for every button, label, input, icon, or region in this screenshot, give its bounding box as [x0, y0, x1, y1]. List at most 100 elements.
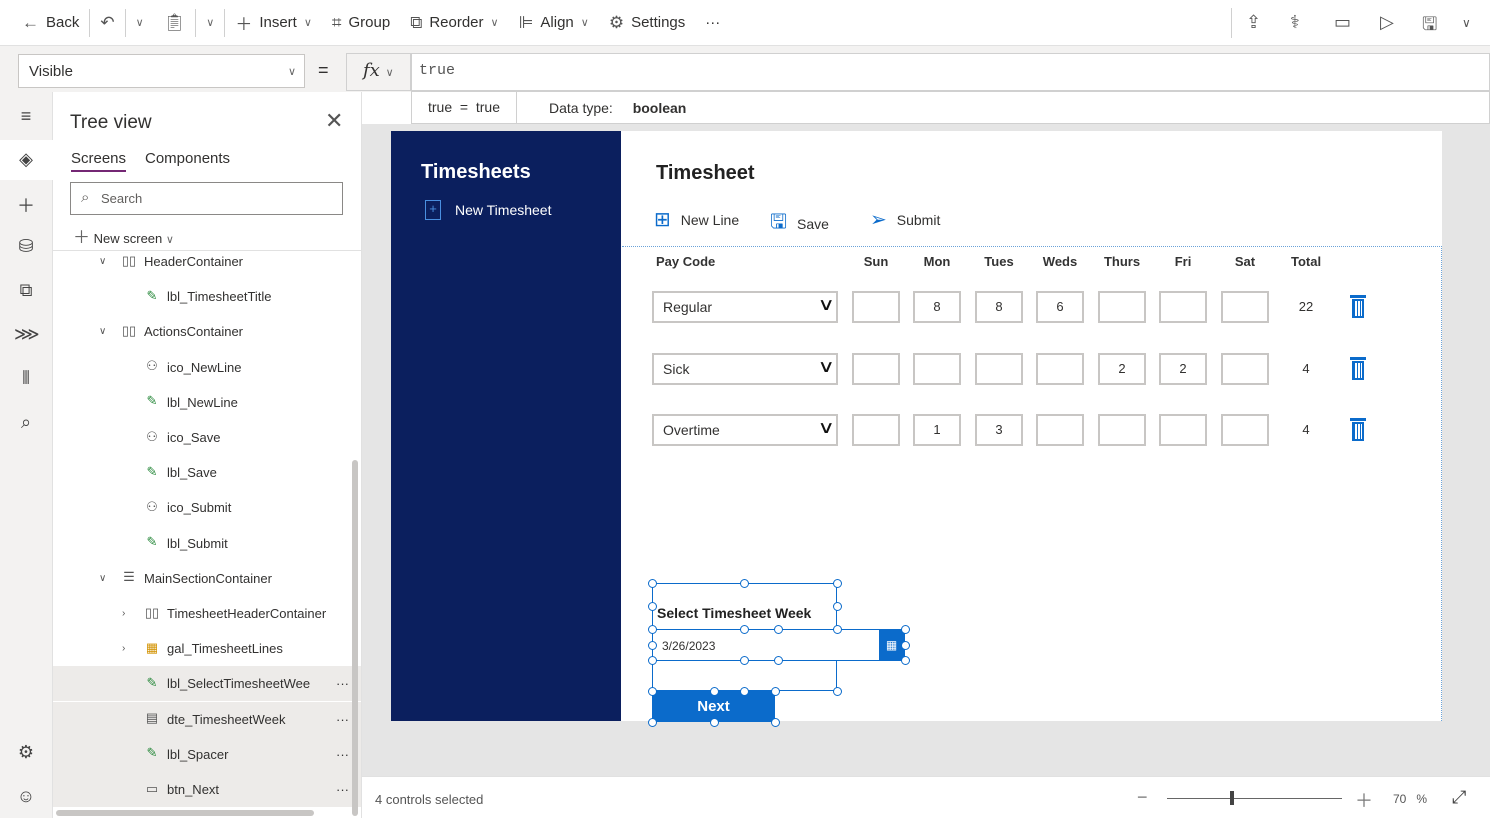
resize-handle[interactable] — [740, 625, 749, 634]
play-icon[interactable]: ▷ — [1380, 12, 1394, 33]
app-checker-icon[interactable]: ⚕ — [1290, 12, 1300, 33]
zoom-slider-thumb[interactable] — [1230, 791, 1234, 805]
hours-input[interactable] — [1036, 353, 1084, 385]
settings-icon[interactable]: ⚙ — [14, 742, 38, 763]
power-automate-icon[interactable]: ⋙ — [14, 324, 40, 345]
more-options-icon[interactable]: ··· — [336, 712, 349, 727]
resize-handle[interactable] — [901, 641, 910, 650]
fit-to-window-icon[interactable]: ⤢ — [1452, 787, 1466, 808]
formula-input[interactable]: true — [411, 53, 1490, 91]
tree-view-tab[interactable]: ◈ — [0, 140, 53, 180]
resize-handle[interactable] — [648, 641, 657, 650]
align-button[interactable]: ⊫ Align ∨ — [509, 0, 599, 46]
resize-handle[interactable] — [901, 656, 910, 665]
new-line-button[interactable]: ⊞ New Line — [654, 207, 739, 232]
media-icon[interactable]: ⧉ — [14, 280, 38, 301]
resize-handle[interactable] — [710, 718, 719, 727]
hours-input[interactable] — [852, 414, 900, 446]
share-icon[interactable]: ⇪ — [1246, 12, 1261, 33]
chevron-right-icon[interactable]: › — [122, 608, 125, 619]
new-document-icon[interactable]: + — [425, 200, 441, 220]
resize-handle[interactable] — [648, 718, 657, 727]
resize-handle[interactable] — [648, 625, 657, 634]
resize-handle[interactable] — [771, 687, 780, 696]
virtual-agent-icon[interactable]: ☺ — [14, 786, 38, 807]
tree-item[interactable]: ✎ lbl_Save — [53, 455, 361, 490]
tree-item[interactable]: ∨ ▯▯ ActionsContainer — [53, 314, 361, 349]
chevron-down-icon[interactable]: ∨ — [99, 326, 106, 337]
hours-input[interactable] — [1098, 291, 1146, 323]
tools-icon[interactable]: ⫴ — [14, 368, 38, 389]
resize-handle[interactable] — [833, 687, 842, 696]
tree-item[interactable]: ✎ lbl_Submit — [53, 526, 361, 561]
trash-icon[interactable] — [1350, 418, 1366, 442]
back-button[interactable]: ← Back — [0, 0, 89, 46]
chevron-right-icon[interactable]: › — [122, 643, 125, 654]
hours-input[interactable]: 1 — [913, 414, 961, 446]
property-dropdown[interactable]: Visible ∨ — [18, 54, 305, 88]
tree-item[interactable]: ✎ lbl_SelectTimesheetWee ··· — [53, 666, 361, 702]
hours-input[interactable]: 2 — [1098, 353, 1146, 385]
hours-input[interactable] — [852, 353, 900, 385]
search-icon[interactable]: ⌕ — [14, 412, 38, 433]
fx-button[interactable]: fx ∨ — [346, 53, 411, 91]
more-options-icon[interactable]: ··· — [336, 782, 349, 797]
tree-item[interactable]: ▭ btn_Next ··· — [53, 772, 361, 807]
group-button[interactable]: ⌗ Group — [322, 0, 400, 46]
insert-button[interactable]: ＋ Insert ∨ — [225, 0, 322, 46]
tab-components[interactable]: Components — [145, 150, 230, 167]
undo-dropdown[interactable]: ∨ — [126, 0, 154, 46]
resize-handle[interactable] — [648, 579, 657, 588]
resize-handle[interactable] — [648, 656, 657, 665]
undo-button[interactable]: ↶ — [90, 0, 124, 46]
tab-screens[interactable]: Screens — [71, 150, 127, 172]
hours-input[interactable] — [913, 353, 961, 385]
resize-handle[interactable] — [833, 602, 842, 611]
resize-handle[interactable] — [833, 579, 842, 588]
hours-input[interactable]: 8 — [975, 291, 1023, 323]
zoom-slider[interactable] — [1167, 798, 1342, 799]
database-icon[interactable]: ⛁ — [14, 236, 38, 257]
save-icon[interactable]: 🖫 — [1422, 12, 1437, 42]
hours-input[interactable]: 2 — [1159, 353, 1207, 385]
zoom-out-icon[interactable]: − — [1137, 787, 1148, 808]
pay-code-dropdown[interactable]: Overtime ∨ — [652, 414, 838, 446]
hours-input[interactable] — [975, 353, 1023, 385]
resize-handle[interactable] — [710, 687, 719, 696]
resize-handle[interactable] — [774, 625, 783, 634]
select-week-label[interactable]: Select Timesheet Week — [657, 605, 811, 621]
paste-dropdown[interactable]: ∨ — [196, 0, 224, 46]
hours-input[interactable] — [1098, 414, 1146, 446]
plus-icon[interactable]: ＋ — [14, 192, 38, 218]
more-button[interactable]: ··· — [695, 0, 730, 46]
hours-input[interactable] — [1159, 414, 1207, 446]
tree-item[interactable]: ∨ ▯▯ HeaderContainer — [53, 244, 361, 279]
trash-icon[interactable] — [1350, 295, 1366, 319]
pay-code-dropdown[interactable]: Sick ∨ — [652, 353, 838, 385]
resize-handle[interactable] — [648, 687, 657, 696]
tree-item[interactable]: ⚇ ico_Submit — [53, 490, 361, 525]
hours-input[interactable] — [1159, 291, 1207, 323]
hours-input[interactable] — [1036, 414, 1084, 446]
tree-item[interactable]: ▤ dte_TimesheetWeek ··· — [53, 701, 361, 737]
vertical-scrollbar[interactable] — [352, 460, 358, 816]
resize-handle[interactable] — [833, 625, 842, 634]
resize-handle[interactable] — [740, 687, 749, 696]
close-icon[interactable]: ✕ — [325, 108, 343, 134]
tree-item[interactable]: ∨ ☰ MainSectionContainer — [53, 561, 361, 596]
more-options-icon[interactable]: ··· — [336, 747, 349, 762]
resize-handle[interactable] — [774, 656, 783, 665]
horizontal-scrollbar[interactable] — [56, 810, 314, 816]
tree-item[interactable]: ✎ lbl_NewLine — [53, 385, 361, 420]
tree-item[interactable]: ✎ lbl_TimesheetTitle — [53, 279, 361, 314]
hamburger-icon[interactable]: ≡ — [14, 106, 38, 127]
hours-input[interactable] — [1221, 353, 1269, 385]
search-input[interactable]: ⌕ Search — [70, 182, 343, 215]
resize-handle[interactable] — [901, 625, 910, 634]
paste-button[interactable]: 📋︎ — [154, 0, 196, 46]
submit-button[interactable]: ➢ Submit — [870, 207, 940, 232]
tree-item[interactable]: ⚇ ico_NewLine — [53, 350, 361, 385]
trash-icon[interactable] — [1350, 357, 1366, 381]
tree-item[interactable]: ⚇ ico_Save — [53, 420, 361, 455]
hours-input[interactable] — [852, 291, 900, 323]
